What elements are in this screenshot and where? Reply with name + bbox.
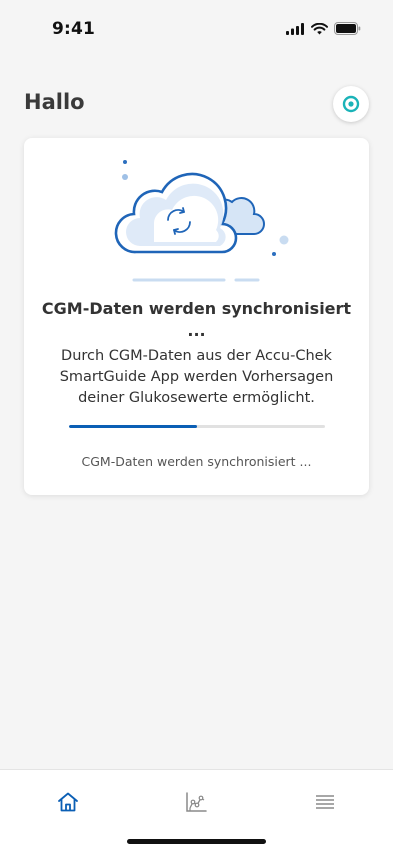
sensor-status-button[interactable]: [333, 86, 369, 122]
status-icons: [286, 22, 361, 35]
home-icon: [58, 792, 78, 812]
sync-description: Durch CGM-Daten aus der Accu-Chek SmartG…: [59, 348, 334, 406]
sync-progress-bar: [69, 425, 325, 428]
sync-card: CGM-Daten werden synchronisiert ... Durc…: [24, 138, 369, 495]
wifi-icon: [311, 22, 328, 34]
cloud-sync-illustration: [114, 160, 289, 282]
nav-menu[interactable]: [311, 788, 339, 816]
sensor-icon: [342, 95, 360, 113]
chart-icon: [186, 792, 207, 812]
menu-icon: [316, 795, 334, 809]
status-bar: 9:41: [0, 0, 393, 56]
nav-charts[interactable]: [182, 788, 210, 816]
page-title: Hallo: [24, 90, 85, 114]
cellular-signal-icon: [286, 22, 304, 35]
battery-icon: [334, 22, 361, 35]
nav-home[interactable]: [54, 788, 82, 816]
sync-progress-fill: [69, 425, 197, 428]
home-indicator: [127, 839, 266, 844]
sync-title: CGM-Daten werden synchronisiert ...: [41, 299, 352, 340]
status-time: 9:41: [52, 19, 96, 39]
sync-status-text: CGM-Daten werden synchronisiert ...: [81, 454, 312, 469]
